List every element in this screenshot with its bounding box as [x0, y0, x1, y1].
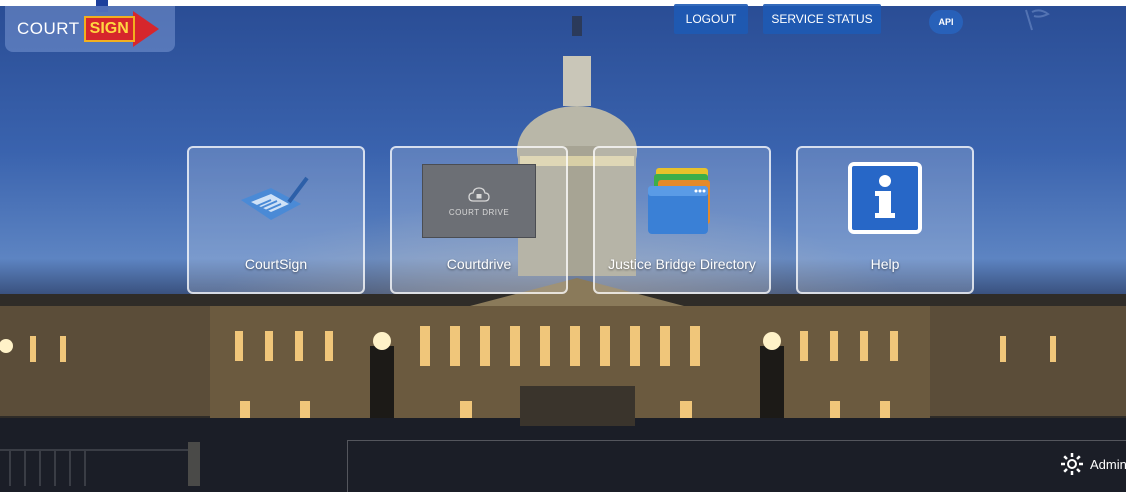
cloud-lock-icon: [468, 186, 490, 202]
logo-court-text: COURT: [17, 19, 80, 38]
admin-button[interactable]: Admin: [1060, 452, 1126, 476]
logo-arrow-icon: [132, 11, 159, 47]
tile-help[interactable]: Help: [796, 146, 974, 294]
tile-courtsign[interactable]: CourtSign: [187, 146, 365, 294]
court-drive-icon: COURT DRIVE: [422, 164, 536, 238]
gear-icon: [1061, 453, 1083, 475]
api-button[interactable]: API: [929, 10, 963, 34]
logout-button[interactable]: LOGOUT: [674, 4, 748, 34]
tile-courtsign-label: CourtSign: [244, 256, 308, 272]
admin-label: Admin: [1090, 456, 1126, 472]
tile-help-label: Help: [870, 256, 900, 272]
service-status-button[interactable]: SERVICE STATUS: [763, 4, 881, 34]
courtsign-logo[interactable]: COURT SIGN: [5, 6, 175, 52]
courtsign-pen-icon: [241, 176, 309, 220]
flag-watermark-icon: [1025, 9, 1050, 31]
info-icon: [848, 162, 922, 234]
tile-justice-bridge-directory[interactable]: Justice Bridge Directory: [593, 146, 771, 294]
tile-courtdrive-label: Courtdrive: [446, 256, 512, 272]
fence-foreground: [0, 442, 200, 486]
court-drive-caption: COURT DRIVE: [448, 207, 510, 217]
logo-sign-text: SIGN: [83, 16, 135, 42]
tile-courtdrive[interactable]: COURT DRIVE Courtdrive: [390, 146, 568, 294]
tile-justice-bridge-label: Justice Bridge Directory: [608, 256, 756, 272]
bottom-panel: [347, 440, 1126, 492]
folder-stack-icon: [648, 168, 710, 234]
